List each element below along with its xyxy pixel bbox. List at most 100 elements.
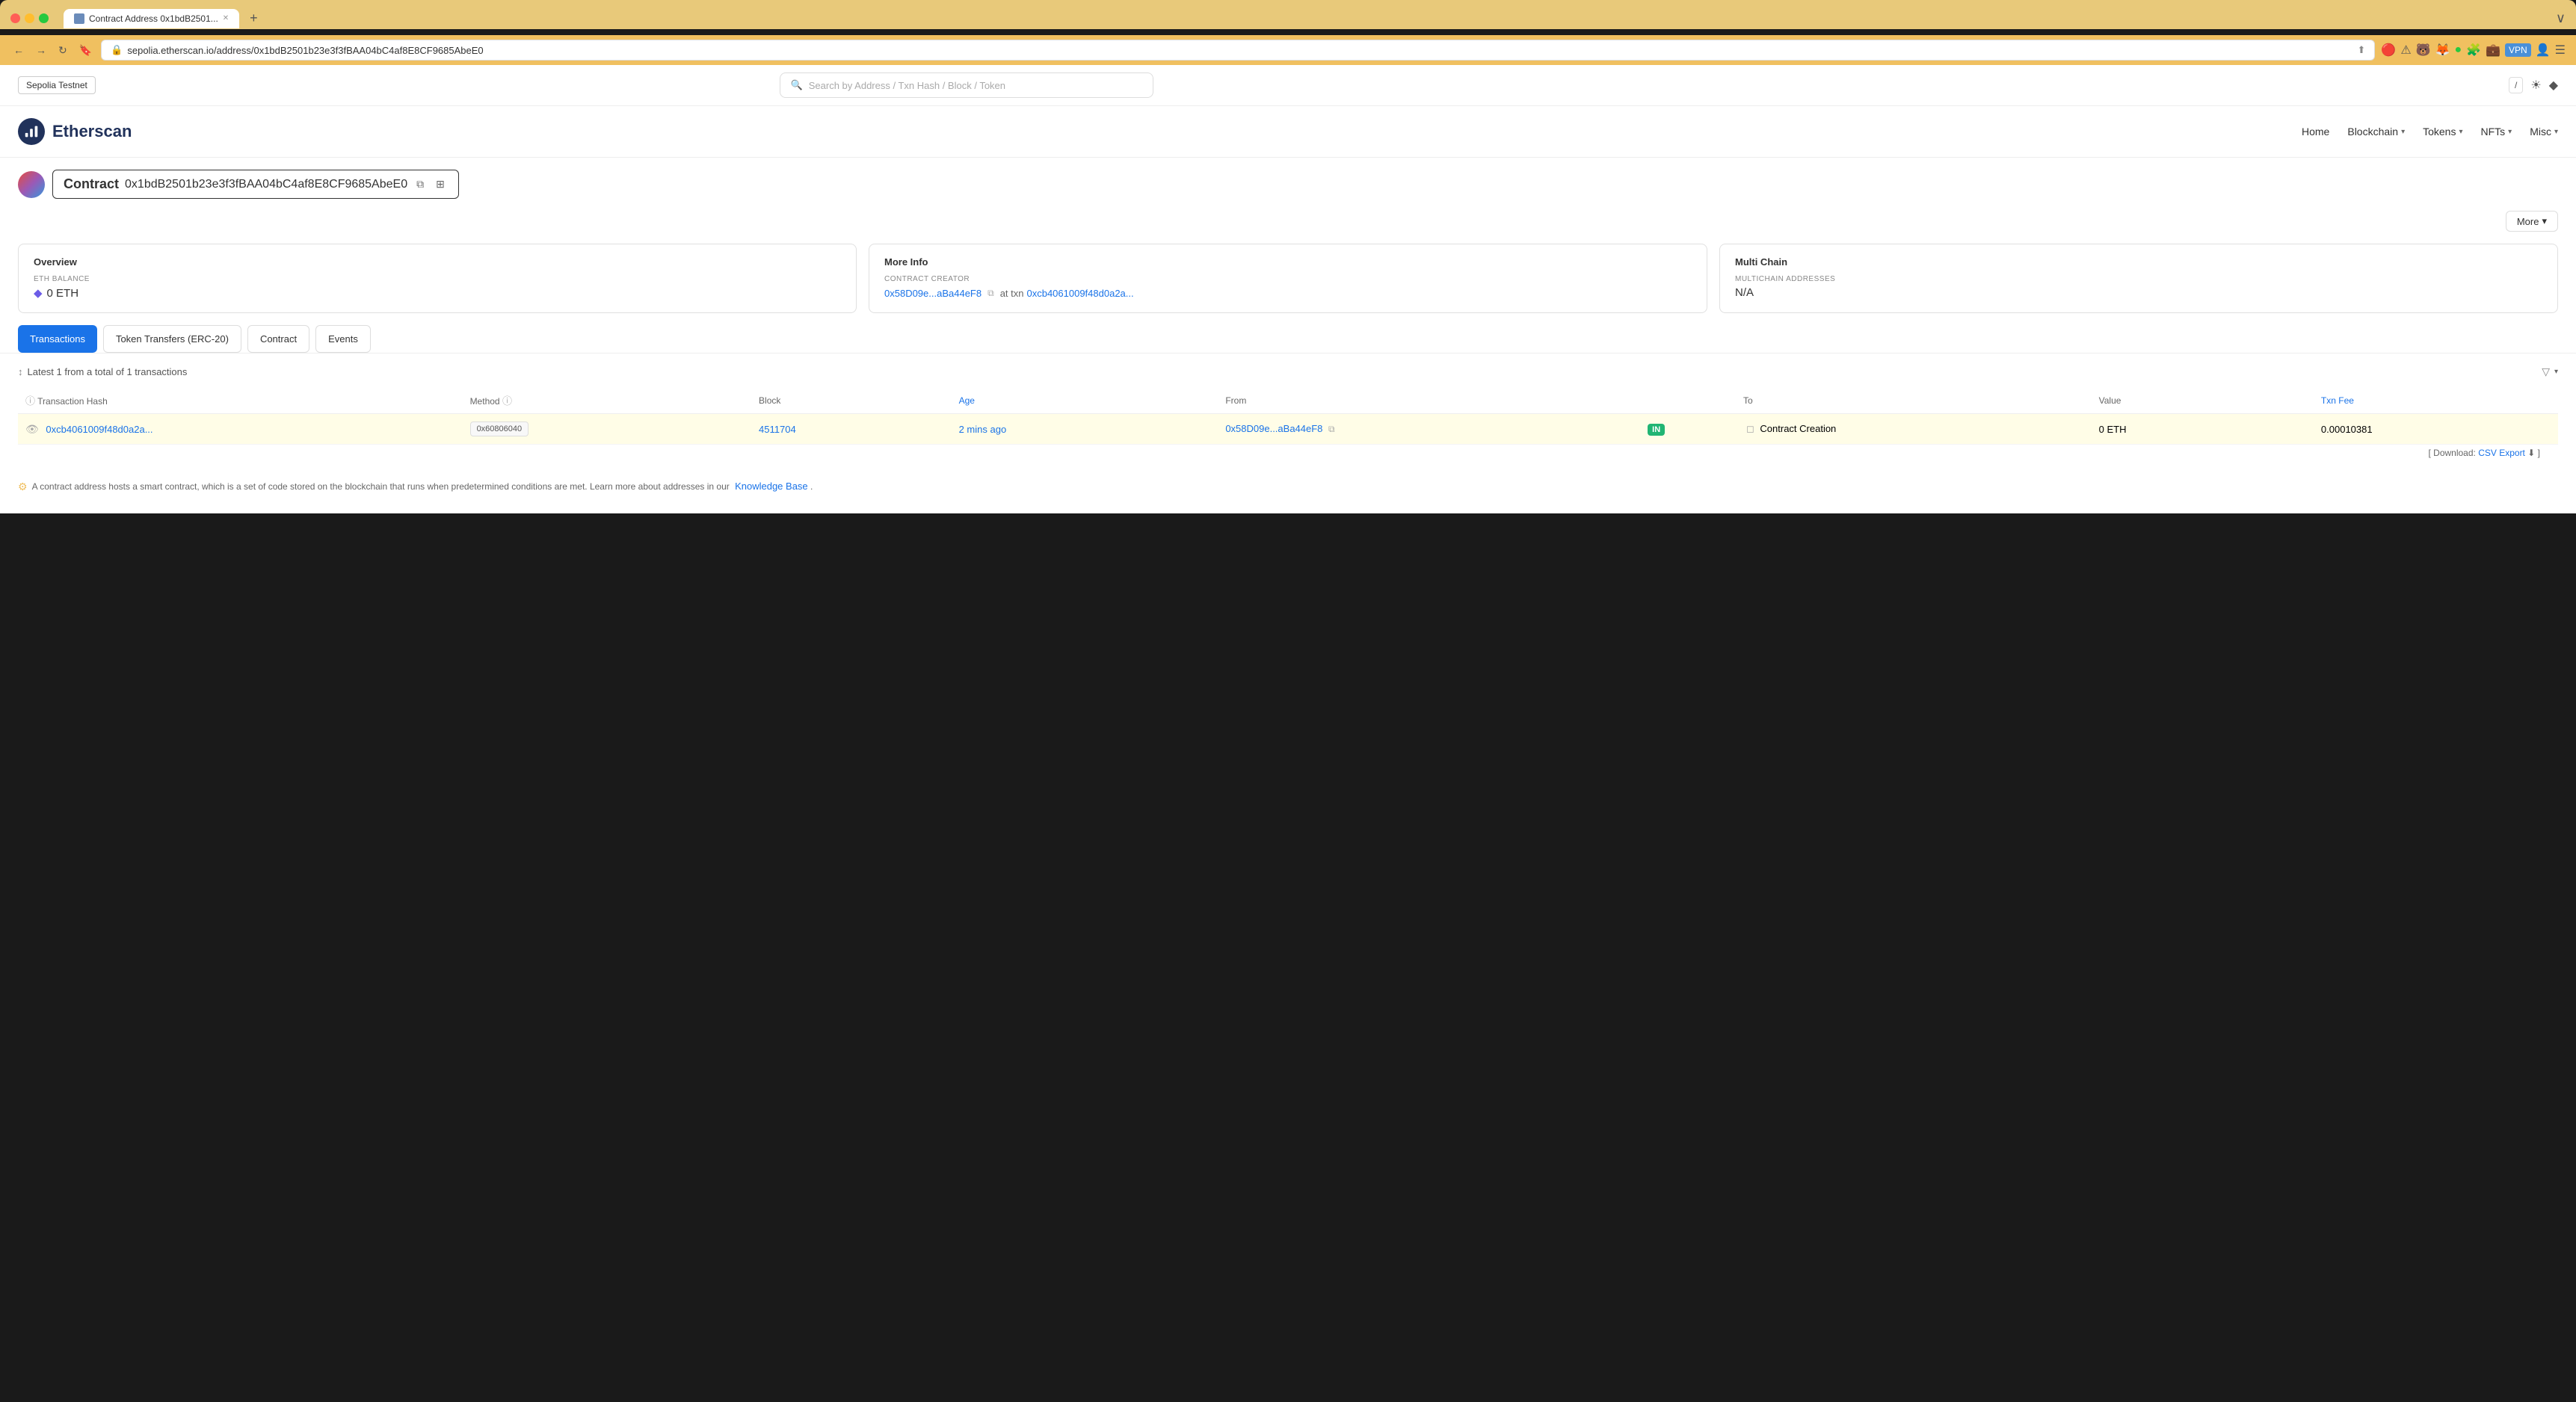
knowledge-base-link[interactable]: Knowledge Base [735,481,808,492]
nav-blockchain[interactable]: Blockchain ▾ [2347,126,2405,138]
table-summary-text: Latest 1 from a total of 1 transactions [28,366,188,377]
theme-toggle-icon[interactable]: ☀ [2530,78,2541,93]
fullscreen-button[interactable] [39,13,49,23]
txhash-info-icon[interactable]: ⓘ [25,395,35,407]
active-tab[interactable]: Contract Address 0x1bdB2501... ✕ [64,9,239,28]
reload-button[interactable]: ↻ [55,41,70,60]
filter-icon[interactable]: ▽ [2542,365,2550,378]
minimize-button[interactable] [25,13,34,23]
more-dropdown-arrow: ▾ [2542,215,2547,227]
sort-icon: ↕ [18,366,23,377]
search-bar[interactable]: 🔍 Search by Address / Txn Hash / Block /… [780,72,1153,98]
overview-title: Overview [34,256,841,268]
eth-symbol-icon: ◆ [34,286,43,300]
td-block: 4511704 [751,414,952,445]
contract-label: Contract [64,176,119,192]
th-from: From [1218,387,1640,414]
user-avatar-icon[interactable]: 👤 [2536,43,2551,58]
share-icon[interactable]: ⬆ [2358,44,2366,56]
copy-from-button[interactable]: ⧉ [1325,422,1338,436]
nfts-dropdown-arrow: ▾ [2508,128,2512,136]
footer-note: ⚙ A contract address hosts a smart contr… [0,473,2576,505]
table-header-row: ↕ Latest 1 from a total of 1 transaction… [18,365,2558,378]
tab-transactions[interactable]: Transactions [18,325,97,353]
tab-contract[interactable]: Contract [247,325,309,353]
alert-icon[interactable]: ⚠ [2400,43,2411,58]
etherscan-header: Etherscan Home Blockchain ▾ Tokens ▾ NFT… [0,106,2576,158]
address-actions: ⬆ [2358,44,2366,56]
tab-token-transfers[interactable]: Token Transfers (ERC-20) [103,325,241,353]
cards-row: Overview ETH BALANCE ◆ 0 ETH More Info C… [0,238,2576,325]
th-value: Value [2092,387,2314,414]
green-circle-icon[interactable]: ● [2455,43,2462,57]
multichain-label: MULTICHAIN ADDRESSES [1735,275,2542,283]
top-nav: Sepolia Testnet 🔍 Search by Address / Tx… [0,65,2576,106]
forward-button[interactable]: → [33,41,49,59]
close-button[interactable] [10,13,20,23]
contract-label-box: Contract 0x1bdB2501b23e3f3fBAA04bC4af8E8… [52,170,459,199]
copy-address-button[interactable]: ⧉ [413,176,427,192]
address-bar[interactable]: 🔒 sepolia.etherscan.io/address/0x1bdB250… [101,40,2375,61]
th-dir [1640,387,1736,414]
nav-tokens[interactable]: Tokens ▾ [2423,126,2462,138]
row-eye-icon[interactable]: 👁 [25,423,39,435]
nav-misc[interactable]: Misc ▾ [2530,126,2558,138]
new-tab-button[interactable]: + [244,7,264,29]
th-txfee[interactable]: Txn Fee [2314,387,2558,414]
vpn-icon[interactable]: VPN [2505,43,2531,57]
table-header: ⓘ Transaction Hash Method ⓘ Block Age Fr… [18,387,2558,414]
transactions-table: ⓘ Transaction Hash Method ⓘ Block Age Fr… [18,387,2558,445]
nav-home[interactable]: Home [2302,126,2329,138]
browser-menu-dots[interactable]: ☰ [2555,43,2566,58]
tab-title: Contract Address 0x1bdB2501... [89,13,218,24]
age-link[interactable]: 2 mins ago [959,424,1007,435]
to-label: Contract Creation [1760,423,1836,434]
testnet-badge: Sepolia Testnet [18,76,96,94]
tab-events[interactable]: Events [315,325,371,353]
csv-export-link[interactable]: CSV Export [2478,448,2525,458]
table-section: ↕ Latest 1 from a total of 1 transaction… [0,353,2576,473]
txn-address-link[interactable]: 0xcb4061009f48d0a2a... [1026,288,1133,299]
browser-menu-icon[interactable]: ∨ [2556,10,2566,26]
block-link[interactable]: 4511704 [759,424,796,435]
back-button[interactable]: ← [10,41,27,59]
multi-chain-title: Multi Chain [1735,256,2542,268]
csv-label: [ Download: [2428,448,2475,458]
blockchain-dropdown-arrow: ▾ [2401,128,2405,136]
td-age: 2 mins ago [952,414,1218,445]
td-value: 0 ETH [2092,414,2314,445]
more-row: More ▾ [0,205,2576,238]
td-dir: IN [1640,414,1736,445]
eth-price-icon[interactable]: ◆ [2549,78,2558,93]
contract-address: 0x1bdB2501b23e3f3fBAA04bC4af8E8CF9685Abe… [125,178,407,191]
more-info-card: More Info CONTRACT CREATOR 0x58D09e...aB… [869,244,1707,313]
td-method: 0x60806040 [463,414,751,445]
nav-nfts[interactable]: NFTs ▾ [2480,126,2512,138]
keyboard-shortcut-icon[interactable]: / [2509,77,2523,93]
wallet-icon[interactable]: 💼 [2486,43,2500,58]
qr-code-button[interactable]: ⊞ [433,176,448,192]
copy-creator-button[interactable]: ⧉ [985,286,997,300]
footer-period: . [810,481,813,492]
filter-dropdown-arrow[interactable]: ▾ [2554,368,2558,376]
th-age[interactable]: Age [952,387,1218,414]
footer-text: A contract address hosts a smart contrac… [32,481,813,492]
more-button[interactable]: More ▾ [2506,211,2558,232]
bear-icon[interactable]: 🐻 [2416,43,2431,58]
bookmark-button[interactable]: 🔖 [76,41,95,60]
puzzle-icon[interactable]: 🧩 [2466,43,2481,58]
more-info-title: More Info [884,256,1692,268]
csv-download-icon: ⬇ [2527,448,2535,458]
td-txhash: 👁 0xcb4061009f48d0a2a... [18,414,463,445]
extensions-icon[interactable]: 🔴 [2381,43,2396,58]
th-block: Block [751,387,952,414]
search-icon: 🔍 [791,79,803,91]
method-info-icon[interactable]: ⓘ [502,395,512,407]
metamask-icon[interactable]: 🦊 [2435,43,2450,58]
from-address-link[interactable]: 0x58D09e...aBa44eF8 [1225,423,1322,434]
tab-close-icon[interactable]: ✕ [223,14,229,22]
creator-address-link[interactable]: 0x58D09e...aBa44eF8 [884,288,982,299]
txhash-link[interactable]: 0xcb4061009f48d0a2a... [46,424,152,435]
td-txfee: 0.00010381 [2314,414,2558,445]
contract-section: Contract 0x1bdB2501b23e3f3fBAA04bC4af8E8… [0,158,2576,205]
